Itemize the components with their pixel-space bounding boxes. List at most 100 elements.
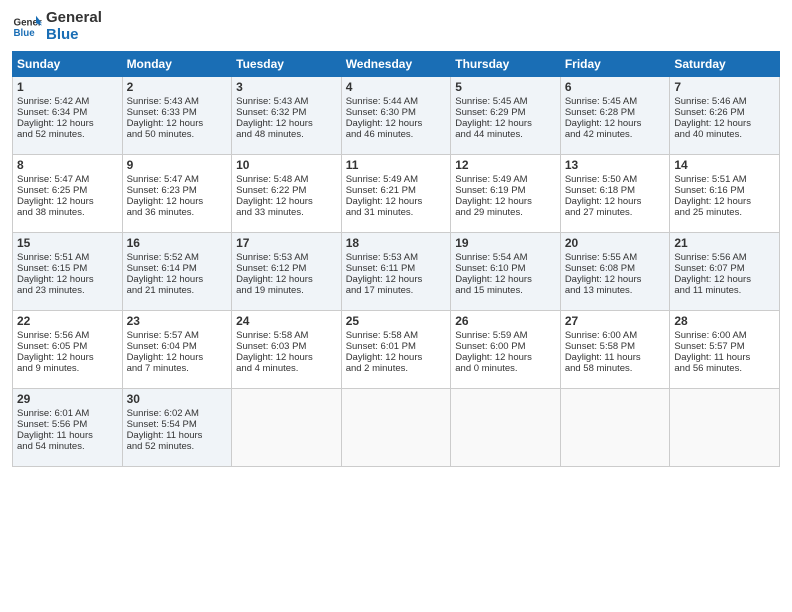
day-info: Daylight: 12 hours (565, 196, 666, 207)
day-info: and 40 minutes. (674, 129, 775, 140)
week-row-1: 1Sunrise: 5:42 AMSunset: 6:34 PMDaylight… (13, 77, 780, 155)
day-info: Daylight: 12 hours (127, 118, 228, 129)
day-info: Sunset: 5:57 PM (674, 341, 775, 352)
day-info: Sunset: 6:04 PM (127, 341, 228, 352)
day-info: Sunrise: 5:52 AM (127, 252, 228, 263)
day-info: Daylight: 12 hours (565, 118, 666, 129)
day-info: Daylight: 12 hours (346, 196, 447, 207)
day-info: Daylight: 12 hours (674, 274, 775, 285)
calendar-cell: 23Sunrise: 5:57 AMSunset: 6:04 PMDayligh… (122, 311, 232, 389)
day-info: Daylight: 12 hours (236, 196, 337, 207)
day-number: 30 (127, 392, 228, 406)
day-number: 23 (127, 314, 228, 328)
day-number: 12 (455, 158, 556, 172)
calendar-cell: 10Sunrise: 5:48 AMSunset: 6:22 PMDayligh… (232, 155, 342, 233)
day-info: Sunrise: 5:58 AM (236, 330, 337, 341)
calendar-table: SundayMondayTuesdayWednesdayThursdayFrid… (12, 51, 780, 467)
day-info: Sunrise: 5:49 AM (346, 174, 447, 185)
day-info: Sunrise: 5:56 AM (674, 252, 775, 263)
day-info: and 33 minutes. (236, 207, 337, 218)
day-info: Sunrise: 5:55 AM (565, 252, 666, 263)
day-info: Sunrise: 5:47 AM (127, 174, 228, 185)
week-row-5: 29Sunrise: 6:01 AMSunset: 5:56 PMDayligh… (13, 389, 780, 467)
day-number: 24 (236, 314, 337, 328)
day-info: Daylight: 12 hours (127, 196, 228, 207)
week-row-2: 8Sunrise: 5:47 AMSunset: 6:25 PMDaylight… (13, 155, 780, 233)
calendar-cell (670, 389, 780, 467)
day-number: 8 (17, 158, 118, 172)
day-info: Daylight: 12 hours (17, 118, 118, 129)
day-info: Sunrise: 5:44 AM (346, 96, 447, 107)
day-number: 21 (674, 236, 775, 250)
day-number: 15 (17, 236, 118, 250)
day-number: 18 (346, 236, 447, 250)
day-info: and 38 minutes. (17, 207, 118, 218)
day-info: Sunrise: 5:51 AM (674, 174, 775, 185)
day-info: Sunrise: 6:00 AM (674, 330, 775, 341)
day-info: and 15 minutes. (455, 285, 556, 296)
day-info: Sunset: 6:29 PM (455, 107, 556, 118)
calendar-cell: 15Sunrise: 5:51 AMSunset: 6:15 PMDayligh… (13, 233, 123, 311)
day-info: and 58 minutes. (565, 363, 666, 374)
day-info: and 46 minutes. (346, 129, 447, 140)
day-info: and 17 minutes. (346, 285, 447, 296)
day-info: Sunrise: 5:53 AM (236, 252, 337, 263)
day-info: Sunset: 6:21 PM (346, 185, 447, 196)
day-info: Sunset: 6:12 PM (236, 263, 337, 274)
day-info: Sunrise: 5:58 AM (346, 330, 447, 341)
day-info: and 0 minutes. (455, 363, 556, 374)
day-info: and 11 minutes. (674, 285, 775, 296)
day-info: Sunrise: 6:02 AM (127, 408, 228, 419)
day-info: Daylight: 12 hours (236, 274, 337, 285)
day-number: 14 (674, 158, 775, 172)
day-number: 4 (346, 80, 447, 94)
day-info: Sunset: 6:18 PM (565, 185, 666, 196)
day-info: Daylight: 12 hours (236, 352, 337, 363)
day-info: Sunrise: 6:00 AM (565, 330, 666, 341)
day-number: 10 (236, 158, 337, 172)
day-info: Daylight: 12 hours (674, 196, 775, 207)
calendar-cell (451, 389, 561, 467)
day-number: 5 (455, 80, 556, 94)
day-info: Sunrise: 5:43 AM (236, 96, 337, 107)
day-info: Sunset: 6:19 PM (455, 185, 556, 196)
day-number: 13 (565, 158, 666, 172)
day-number: 2 (127, 80, 228, 94)
day-info: Daylight: 11 hours (127, 430, 228, 441)
col-header-wednesday: Wednesday (341, 52, 451, 77)
day-info: Sunrise: 5:54 AM (455, 252, 556, 263)
day-info: Sunset: 6:32 PM (236, 107, 337, 118)
logo-general: General (46, 10, 102, 27)
day-info: Sunrise: 5:47 AM (17, 174, 118, 185)
day-info: and 21 minutes. (127, 285, 228, 296)
day-info: Sunset: 6:10 PM (455, 263, 556, 274)
calendar-cell: 28Sunrise: 6:00 AMSunset: 5:57 PMDayligh… (670, 311, 780, 389)
day-info: Sunset: 6:08 PM (565, 263, 666, 274)
day-info: Sunset: 6:14 PM (127, 263, 228, 274)
calendar-cell: 22Sunrise: 5:56 AMSunset: 6:05 PMDayligh… (13, 311, 123, 389)
calendar-cell: 27Sunrise: 6:00 AMSunset: 5:58 PMDayligh… (560, 311, 670, 389)
day-info: and 54 minutes. (17, 441, 118, 452)
day-info: and 52 minutes. (127, 441, 228, 452)
logo-blue: Blue (46, 27, 102, 44)
day-info: Sunset: 5:54 PM (127, 419, 228, 430)
day-info: Sunrise: 5:42 AM (17, 96, 118, 107)
day-info: Daylight: 12 hours (674, 118, 775, 129)
day-number: 29 (17, 392, 118, 406)
day-info: and 13 minutes. (565, 285, 666, 296)
col-header-friday: Friday (560, 52, 670, 77)
day-info: Sunset: 5:56 PM (17, 419, 118, 430)
day-number: 1 (17, 80, 118, 94)
day-number: 27 (565, 314, 666, 328)
day-info: Daylight: 12 hours (565, 274, 666, 285)
calendar-cell: 16Sunrise: 5:52 AMSunset: 6:14 PMDayligh… (122, 233, 232, 311)
calendar-cell: 19Sunrise: 5:54 AMSunset: 6:10 PMDayligh… (451, 233, 561, 311)
day-info: Sunrise: 5:45 AM (455, 96, 556, 107)
day-info: Sunrise: 5:46 AM (674, 96, 775, 107)
day-info: Sunrise: 5:45 AM (565, 96, 666, 107)
day-info: Sunset: 6:07 PM (674, 263, 775, 274)
calendar-cell: 29Sunrise: 6:01 AMSunset: 5:56 PMDayligh… (13, 389, 123, 467)
day-info: and 25 minutes. (674, 207, 775, 218)
day-info: Daylight: 12 hours (346, 352, 447, 363)
calendar-cell: 13Sunrise: 5:50 AMSunset: 6:18 PMDayligh… (560, 155, 670, 233)
